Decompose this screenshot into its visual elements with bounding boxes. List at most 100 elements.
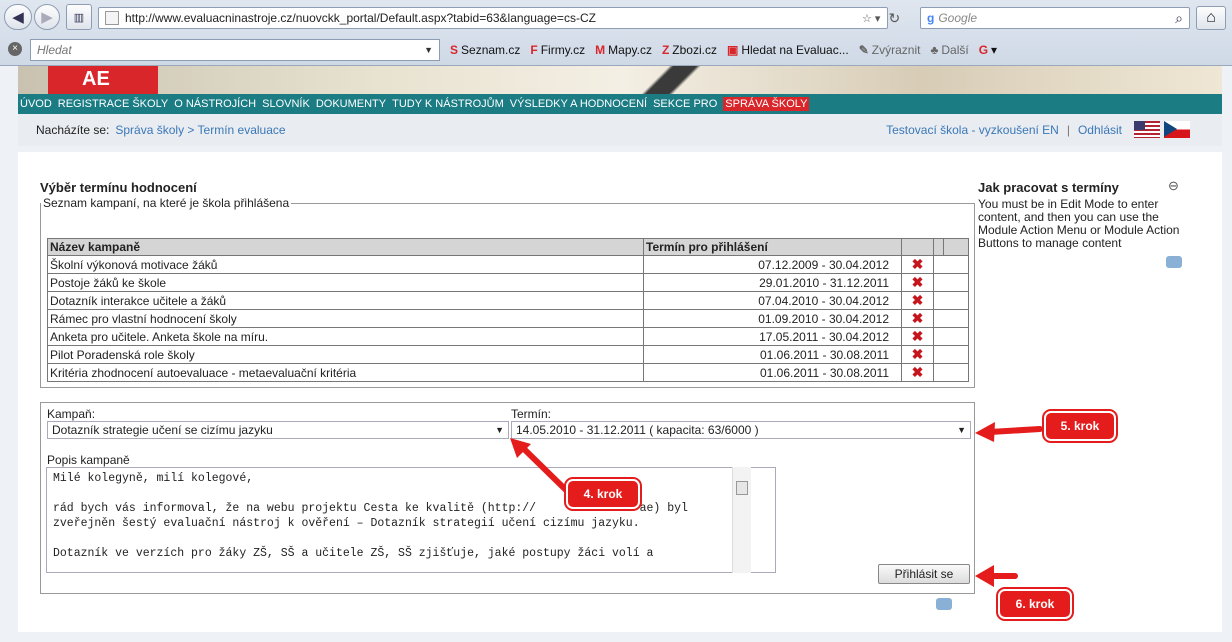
- toolbar-row: × Hledat ▼ S Seznam.cz F Firmy.cz M Mapy.cz…: [0, 36, 1232, 64]
- bookmarks-icon[interactable]: ▥: [66, 4, 92, 30]
- toolbar-mapy[interactable]: M Mapy.cz: [595, 43, 652, 57]
- table-row: Pilot Poradenská role školy 01.06.2011 - …: [47, 345, 969, 364]
- menu-item-slovnik[interactable]: SLOVNÍK: [262, 98, 310, 110]
- campaign-name: Postoje žáků ke škole: [47, 273, 644, 292]
- toolbar-g-icon[interactable]: G ▾: [979, 43, 997, 57]
- google-search-field[interactable]: g Google ⌕: [920, 7, 1190, 29]
- delete-icon[interactable]: ✖: [901, 309, 934, 328]
- collapse-icon[interactable]: ⊖: [1168, 178, 1179, 194]
- home-icon[interactable]: ⌂: [1196, 6, 1226, 30]
- delete-icon[interactable]: ✖: [901, 327, 934, 346]
- user-links: Testovací škola - vyzkoušení EN | Odhlásit: [886, 123, 1122, 137]
- campaign-select[interactable]: Dotazník strategie učení se cizímu jazyk…: [47, 421, 509, 439]
- logout-link[interactable]: Odhlásit: [1078, 123, 1122, 137]
- toolbar-search-input[interactable]: Hledat ▼: [30, 39, 440, 61]
- campaign-name: Pilot Poradenská role školy: [47, 345, 644, 364]
- star-icon[interactable]: ☆ ▾: [862, 12, 880, 25]
- back-button[interactable]: ◀: [4, 4, 32, 30]
- content-area: Výběr termínu hodnocení Seznam kampaní, …: [18, 152, 1222, 632]
- delete-icon[interactable]: ✖: [901, 255, 934, 274]
- col-term-header: Termín pro přihlášení: [643, 238, 902, 256]
- callout-step4: 4. krok: [564, 477, 642, 511]
- chevron-down-icon: ▼: [495, 425, 504, 435]
- print-icon[interactable]: [1166, 256, 1182, 268]
- reload-icon[interactable]: ↻: [888, 10, 900, 27]
- menu-item-dokumenty[interactable]: DOKUMENTY: [316, 98, 386, 110]
- flag-en-icon[interactable]: [1134, 121, 1160, 138]
- browser-chrome: ◀ ▶ ▥ http://www.evaluacninastroje.cz/nu…: [0, 0, 1232, 66]
- campaign-term: 01.06.2011 - 30.08.2011: [643, 363, 902, 382]
- menu-item-sprava-skoly[interactable]: SPRÁVA ŠKOLY: [723, 97, 810, 111]
- campaign-name: Anketa pro učitele. Anketa škole na míru…: [47, 327, 644, 346]
- menu-item-vysledky[interactable]: VÝSLEDKY A HODNOCENÍ: [510, 98, 647, 110]
- google-search-placeholder: Google: [938, 11, 978, 25]
- toolbar-search-placeholder: Hledat: [37, 43, 72, 57]
- side-help-text: You must be in Edit Mode to enter conten…: [978, 197, 1180, 250]
- campaign-term: 07.12.2009 - 30.04.2012: [643, 255, 902, 274]
- delete-icon[interactable]: ✖: [901, 345, 934, 364]
- delete-icon[interactable]: ✖: [901, 273, 934, 292]
- empty-cell: [933, 255, 944, 274]
- term-select[interactable]: 14.05.2010 - 31.12.2011 ( kapacita: 63/6…: [511, 421, 971, 439]
- delete-icon[interactable]: ✖: [901, 291, 934, 310]
- url-bar[interactable]: http://www.evaluacninastroje.cz/nuovckk_…: [98, 7, 888, 29]
- site-banner: AE: [18, 66, 1222, 94]
- table-row: Školní výkonová motivace žáků 07.12.2009 …: [47, 255, 969, 274]
- campaigns-table-wrap: Název kampaně Termín pro přihlášení Škol…: [47, 238, 969, 382]
- close-toolbar-icon[interactable]: ×: [8, 42, 22, 56]
- table-row: Anketa pro učitele. Anketa škole na míru…: [47, 327, 969, 346]
- menu-item-tudy[interactable]: TUDY K NÁSTROJŮM: [392, 98, 504, 110]
- campaign-term: 17.05.2011 - 30.04.2012: [643, 327, 902, 346]
- menu-item-uvod[interactable]: ÚVOD: [20, 98, 52, 110]
- url-text: http://www.evaluacninastroje.cz/nuovckk_…: [125, 11, 596, 25]
- term-label: Termín:: [511, 407, 552, 421]
- campaign-select-value: Dotazník strategie učení se cizímu jazyk…: [52, 423, 273, 437]
- dropdown-icon[interactable]: ▼: [424, 45, 433, 55]
- chevron-down-icon: ▼: [957, 425, 966, 435]
- toolbar-zbozi[interactable]: Z Zbozi.cz: [662, 43, 717, 57]
- col-extra2-header: [943, 238, 969, 256]
- campaign-term: 01.06.2011 - 30.08.2011: [643, 345, 902, 364]
- side-title: Jak pracovat s termíny: [978, 180, 1119, 195]
- signup-button[interactable]: Přihlásit se: [878, 564, 970, 584]
- campaign-term: 01.09.2010 - 30.04.2012: [643, 309, 902, 328]
- banner-logo: AE: [48, 66, 158, 94]
- toolbar-hledat[interactable]: ▣ Hledat na Evaluac...: [727, 43, 849, 57]
- campaign-name: Školní výkonová motivace žáků: [47, 255, 644, 274]
- empty-cell: [933, 363, 944, 382]
- col-action-header: [901, 238, 934, 256]
- empty-cell: [933, 291, 944, 310]
- breadcrumb[interactable]: Správa školy > Termín evaluace: [115, 123, 285, 137]
- campaign-term: 07.04.2010 - 30.04.2012: [643, 291, 902, 310]
- campaign-name: Rámec pro vlastní hodnocení školy: [47, 309, 644, 328]
- magnifier-icon[interactable]: ⌕: [1175, 10, 1183, 27]
- campaigns-legend: Seznam kampaní, na které je škola přihlá…: [43, 196, 290, 210]
- toolbar-zvyraznit[interactable]: ✎ Zvýraznit: [859, 43, 921, 57]
- empty-cell: [933, 327, 944, 346]
- banner-graphic: [578, 66, 778, 94]
- url-controls[interactable]: ☆ ▾ ↻: [862, 7, 912, 29]
- empty-cell: [943, 255, 969, 274]
- delete-icon[interactable]: ✖: [901, 363, 934, 382]
- empty-cell: [943, 309, 969, 328]
- forward-button[interactable]: ▶: [34, 4, 60, 30]
- description-scrollbar[interactable]: [732, 467, 751, 573]
- menu-item-registrace[interactable]: REGISTRACE ŠKOLY: [58, 98, 168, 110]
- menu-item-sekce-pro[interactable]: SEKCE PRO: [653, 98, 717, 110]
- description-textarea[interactable]: Milé kolegyně, milí kolegové, rád bych v…: [46, 467, 776, 573]
- empty-cell: [943, 327, 969, 346]
- callout-step5: 5. krok: [1042, 409, 1118, 443]
- flag-cz-icon[interactable]: [1164, 121, 1190, 138]
- page-icon: [105, 11, 119, 25]
- toolbar-firmy[interactable]: F Firmy.cz: [530, 43, 585, 57]
- campaign-name: Dotazník interakce učitele a žáků: [47, 291, 644, 310]
- empty-cell: [943, 273, 969, 292]
- print-icon[interactable]: [936, 598, 952, 610]
- toolbar-seznam[interactable]: S Seznam.cz: [450, 43, 520, 57]
- term-select-value: 14.05.2010 - 31.12.2011 ( kapacita: 63/6…: [516, 423, 759, 437]
- link-separator: |: [1066, 123, 1070, 137]
- toolbar-dalsi[interactable]: ♣ Další: [930, 43, 968, 57]
- table-row: Dotazník interakce učitele a žáků 07.04.2…: [47, 291, 969, 310]
- school-link[interactable]: Testovací škola - vyzkoušení EN: [886, 123, 1059, 137]
- menu-item-o-nastrojich[interactable]: O NÁSTROJÍCH: [174, 98, 256, 110]
